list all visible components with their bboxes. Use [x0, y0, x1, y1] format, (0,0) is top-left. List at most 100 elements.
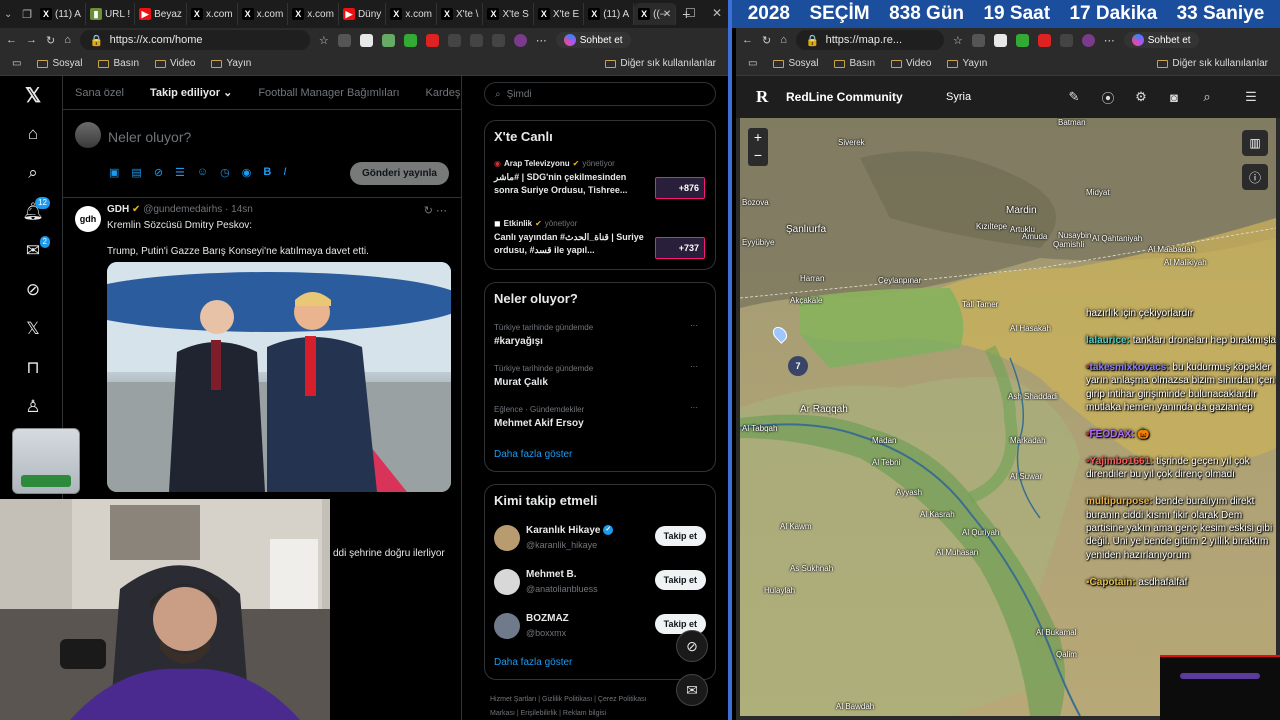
- workspaces-icon[interactable]: ❐: [18, 8, 36, 21]
- profile-avatar[interactable]: [1081, 33, 1095, 47]
- collections-icon[interactable]: [491, 33, 505, 47]
- tab-menu-icon[interactable]: ⌄: [4, 9, 18, 20]
- extension-icon[interactable]: [971, 33, 985, 47]
- live-participants-badge[interactable]: +876: [655, 177, 705, 199]
- extension-icon[interactable]: [403, 33, 417, 47]
- home-icon[interactable]: ⌂: [22, 123, 44, 145]
- extension-icon[interactable]: [381, 33, 395, 47]
- messages-fab-icon[interactable]: ✉: [676, 674, 708, 706]
- poll-icon[interactable]: ☰: [175, 166, 185, 179]
- split-screen-icon[interactable]: [1059, 33, 1073, 47]
- schedule-icon[interactable]: ◷: [220, 166, 230, 179]
- messages-mail-icon[interactable]: ✉ 2: [22, 236, 50, 262]
- avatar[interactable]: [494, 613, 520, 639]
- location-pin-icon[interactable]: ⦿: [1100, 89, 1116, 106]
- follow-button[interactable]: Takip et: [654, 570, 706, 590]
- other-bookmarks[interactable]: Diğer sık kullanılanlar: [605, 58, 716, 69]
- bookmark-folder-yayin[interactable]: Yayın: [947, 58, 987, 69]
- tab[interactable]: X (11) A: [36, 3, 86, 25]
- tweet-avatar[interactable]: gdh: [75, 206, 101, 232]
- x-logo-icon[interactable]: 𝕏: [22, 84, 44, 107]
- split-screen-icon[interactable]: [469, 33, 483, 47]
- follow-suggestion[interactable]: BOZMAZ @boxxmx Takip et: [494, 611, 706, 643]
- refresh-icon[interactable]: ↻: [46, 34, 55, 47]
- tab[interactable]: Xx.com: [386, 3, 437, 25]
- tab[interactable]: Xx.com: [187, 3, 238, 25]
- bookmark-folder-basin[interactable]: Basın: [834, 58, 875, 69]
- region-selector[interactable]: Syria: [946, 91, 971, 103]
- follow-button[interactable]: Takip et: [654, 526, 706, 546]
- copilot-chat-button[interactable]: Sohbet et: [555, 32, 631, 48]
- extension-icon[interactable]: [337, 33, 351, 47]
- gif-icon[interactable]: ▤: [131, 166, 141, 179]
- compose-input[interactable]: Neler oluyor?: [108, 129, 191, 145]
- extension-icon[interactable]: [993, 33, 1007, 47]
- avatar[interactable]: [494, 525, 520, 551]
- tab[interactable]: Xx.com: [288, 3, 339, 25]
- camera-icon[interactable]: ◙: [1166, 89, 1182, 105]
- site-title[interactable]: RedLine Community: [786, 90, 903, 104]
- extension-icon[interactable]: [1037, 33, 1051, 47]
- url-field[interactable]: 🔒 https://map.re...: [795, 30, 944, 50]
- tab[interactable]: X X'te \: [437, 3, 484, 25]
- live-item[interactable]: ◉ Arap Televizyonu ✔ yönetiyor ماشر# | SDG'…: [494, 159, 644, 197]
- tab-active[interactable]: X((✕: [634, 3, 677, 25]
- bookmarks-icon[interactable]: ⊓: [22, 357, 44, 379]
- tab-for-you[interactable]: Sana özel: [75, 87, 124, 99]
- map-canvas[interactable]: + − ▥ ⓘ Batman Siverek Midyat Mardin Boz…: [740, 118, 1276, 716]
- favorite-star-icon[interactable]: ☆: [953, 34, 963, 47]
- tab[interactable]: Xx.com: [238, 3, 289, 25]
- media-icon[interactable]: ▣: [109, 166, 119, 179]
- back-icon[interactable]: ←: [742, 34, 753, 46]
- extension-icon[interactable]: [447, 33, 461, 47]
- extension-icon[interactable]: [425, 33, 439, 47]
- show-more-link[interactable]: Daha fazla göster: [494, 657, 572, 668]
- profile-avatar[interactable]: [513, 33, 527, 47]
- search-input[interactable]: ⌕ Şimdi: [484, 82, 716, 106]
- zoom-in-button[interactable]: +: [748, 128, 768, 146]
- follow-suggestion[interactable]: Karanlık Hikaye ✓ @karanlik_hikaye Takip…: [494, 523, 706, 555]
- tab-list-fm[interactable]: Football Manager Bağımlıları: [258, 87, 399, 99]
- extension-icon[interactable]: [1015, 33, 1029, 47]
- bookmark-folder-yayin[interactable]: Yayın: [211, 58, 251, 69]
- tab[interactable]: ▶ Düny: [339, 3, 387, 25]
- tab[interactable]: X (11) A: [584, 3, 635, 25]
- trend-item[interactable]: Türkiye tarihinde gündemde #karyağışı ⋯: [494, 321, 704, 347]
- bold-icon[interactable]: B: [263, 166, 271, 179]
- tab[interactable]: X X'te E: [534, 3, 585, 25]
- tab[interactable]: X X'te S: [483, 3, 534, 25]
- refresh-icon[interactable]: ↻: [762, 34, 771, 47]
- live-participants-badge[interactable]: +737: [655, 237, 705, 259]
- grok-fab-icon[interactable]: ⊘: [676, 630, 708, 662]
- tweet-more-icon[interactable]: ↻ ⋯: [424, 204, 447, 217]
- explore-search-icon[interactable]: ⌕: [22, 162, 44, 184]
- extension-icon[interactable]: [359, 33, 373, 47]
- location-icon[interactable]: ◉: [242, 166, 252, 179]
- bookmarks-toggle-icon[interactable]: ▭: [748, 58, 757, 69]
- bookmark-folder-sosyal[interactable]: Sosyal: [773, 58, 818, 69]
- map-layers-icon[interactable]: ▥: [1242, 130, 1268, 156]
- maximize-icon[interactable]: ☐: [685, 6, 696, 20]
- emoji-icon[interactable]: ☺: [197, 166, 208, 179]
- communities-icon[interactable]: ♙: [22, 396, 44, 418]
- tab[interactable]: ▶ Beyaz: [135, 3, 187, 25]
- bookmarks-toggle-icon[interactable]: ▭: [12, 58, 21, 69]
- redline-logo[interactable]: R: [756, 87, 768, 107]
- close-window-icon[interactable]: ✕: [712, 6, 722, 20]
- trend-item[interactable]: Türkiye tarihinde gündemde Murat Çalık ⋯: [494, 362, 704, 388]
- tab-following[interactable]: Takip ediliyor ⌄: [150, 86, 232, 99]
- user-avatar[interactable]: [75, 122, 101, 148]
- live-item[interactable]: ◼ Etkinlik ✔ yönetiyor Canlı yayından #قناة…: [494, 219, 644, 257]
- zoom-out-button[interactable]: −: [748, 146, 768, 164]
- minimize-icon[interactable]: –: [660, 6, 667, 20]
- bookmark-folder-sosyal[interactable]: Sosyal: [37, 58, 82, 69]
- notifications-bell-icon[interactable]: 🔔︎ 12: [22, 197, 50, 223]
- tab-list-kardesler[interactable]: Kardeşler Kıraathanesi: [426, 87, 461, 99]
- follow-suggestion[interactable]: Mehmet B. @anatolianbluess Takip et: [494, 567, 706, 599]
- favorite-star-icon[interactable]: ☆: [319, 34, 329, 47]
- hamburger-menu-icon[interactable]: ☰: [1243, 89, 1259, 105]
- info-icon[interactable]: ⓘ: [1242, 164, 1268, 190]
- bookmark-folder-basin[interactable]: Basın: [98, 58, 139, 69]
- back-icon[interactable]: ←: [6, 34, 17, 46]
- draw-tool-icon[interactable]: ✎: [1066, 89, 1082, 105]
